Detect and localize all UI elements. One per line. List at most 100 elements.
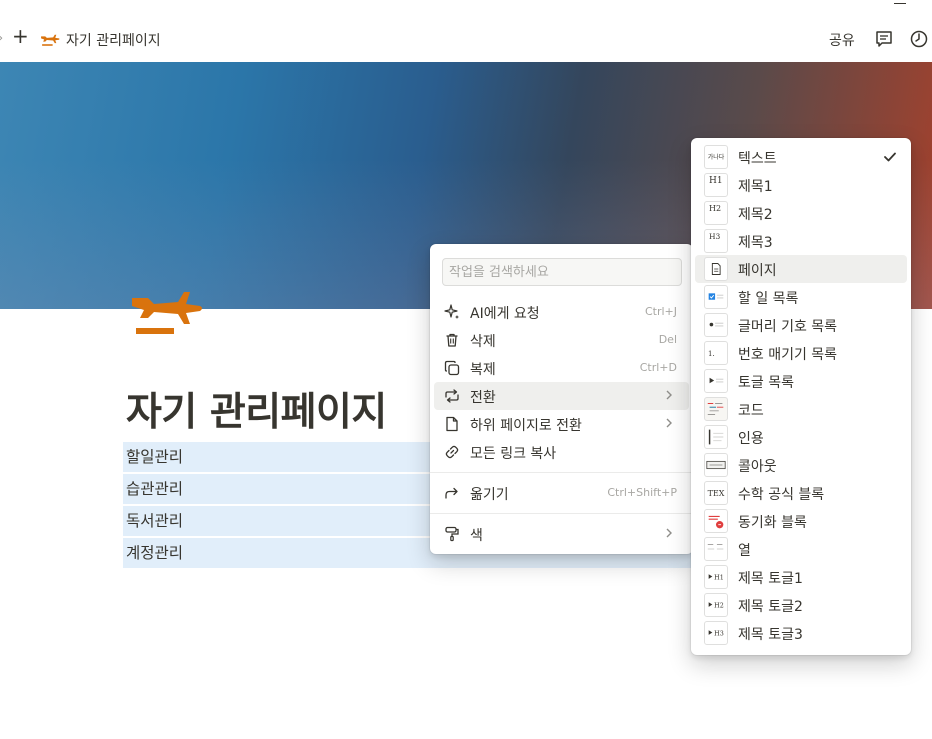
heading2-thumb: H2	[704, 201, 728, 225]
block-type-label: 할 일 목록	[738, 291, 799, 307]
bullet-icon	[709, 322, 724, 327]
menu-item-label: 모든 링크 복사	[470, 446, 557, 462]
synced-block-thumb	[704, 509, 728, 533]
turn-into-numbered-list[interactable]: 1. 번호 매기기 목록	[695, 339, 907, 367]
heading3-thumb: H3	[704, 229, 728, 253]
bullet-list-thumb	[704, 313, 728, 337]
turn-into-heading2[interactable]: H2 제목2	[695, 199, 907, 227]
block-type-label: 글머리 기호 목록	[738, 319, 838, 335]
block-type-label: 토글 목록	[738, 375, 794, 391]
menu-item-delete[interactable]: 삭제 Del	[434, 326, 689, 354]
todo-thumb	[704, 285, 728, 309]
plus-icon[interactable]: +	[12, 26, 29, 46]
turn-into-text[interactable]: 가나다 텍스트	[695, 143, 907, 171]
page-title[interactable]: 자기 관리페이지	[126, 381, 387, 437]
comment-icon[interactable]	[874, 29, 894, 49]
block-type-label: 제목 토글1	[738, 571, 803, 587]
block-type-label: 제목 토글3	[738, 627, 803, 643]
callout-thumb	[704, 453, 728, 477]
menu-search-box	[442, 258, 682, 286]
toggle-heading2-thumb: H2	[704, 593, 728, 617]
block-type-label: 코드	[738, 403, 764, 419]
turn-into-callout[interactable]: 콜아웃	[695, 451, 907, 479]
page-thumb	[704, 257, 728, 281]
turn-into-heading3[interactable]: H3 제목3	[695, 227, 907, 255]
menu-item-label: 옮기기	[470, 487, 509, 503]
code-thumb	[704, 397, 728, 421]
toggle-triangle-icon	[709, 377, 724, 384]
turn-into-toggle-list[interactable]: 토글 목록	[695, 367, 907, 395]
toggle-heading3-icon: H3	[708, 629, 724, 637]
turn-into-code[interactable]: 코드	[695, 395, 907, 423]
block-type-label: 페이지	[738, 263, 777, 279]
toggle-list-thumb	[704, 369, 728, 393]
breadcrumb[interactable]: 자기 관리페이지	[66, 30, 161, 50]
block-type-label: 수학 공식 블록	[738, 487, 825, 503]
svg-text:H1: H1	[714, 573, 724, 581]
turn-into-heading1[interactable]: H1 제목1	[695, 171, 907, 199]
menu-item-label: 삭제	[470, 334, 496, 350]
menu-item-label: 색	[470, 528, 483, 544]
code-icon	[707, 403, 724, 415]
block-type-label: 제목3	[738, 235, 773, 251]
menu-item-label: 하위 페이지로 전환	[470, 418, 582, 434]
window-minimize-icon[interactable]	[894, 0, 906, 4]
block-type-label: 제목 토글2	[738, 599, 803, 615]
move-icon	[445, 487, 458, 499]
block-type-label: 콜아웃	[738, 459, 777, 475]
history-icon[interactable]	[909, 29, 929, 49]
callout-icon	[706, 460, 726, 470]
turn-into-bulleted-list[interactable]: 글머리 기호 목록	[695, 311, 907, 339]
block-type-label: 인용	[738, 431, 764, 447]
math-thumb: TEX	[704, 481, 728, 505]
trash-icon	[446, 333, 458, 347]
toggle-heading1-thumb: H1	[704, 565, 728, 589]
text-block-thumb: 가나다	[704, 145, 728, 169]
action-search-input[interactable]	[443, 259, 681, 285]
turn-into-submenu: 가나다 텍스트 H1 제목1 H2 제목2 H3 제목3 페이지 할 일 목록 …	[691, 138, 911, 655]
checkbox-icon	[708, 293, 724, 300]
back-arrow-icon[interactable]: ›	[0, 31, 3, 46]
menu-item-label: 복제	[470, 362, 496, 378]
menu-item-ask-ai[interactable]: AI에게 요청 Ctrl+J	[434, 298, 689, 326]
turn-into-toggle-heading3[interactable]: H3 제목 토글3	[695, 619, 907, 647]
svg-text:H2: H2	[714, 601, 724, 609]
menu-item-duplicate[interactable]: 복제 Ctrl+D	[434, 354, 689, 382]
block-context-menu: AI에게 요청 Ctrl+J 삭제 Del 복제 Ctrl+D 전환 하위 페이…	[430, 244, 693, 554]
block-type-label: 열	[738, 543, 751, 559]
heading1-thumb: H1	[704, 173, 728, 197]
turn-into-toggle-heading2[interactable]: H2 제목 토글2	[695, 591, 907, 619]
turn-into-math-block[interactable]: TEX 수학 공식 블록	[695, 479, 907, 507]
menu-item-move[interactable]: 옮기기 Ctrl+Shift+P	[434, 479, 689, 507]
menu-item-turn-into-subpage[interactable]: 하위 페이지로 전환	[434, 410, 689, 438]
toggle-heading1-icon: H1	[708, 573, 724, 581]
shortcut-hint: Ctrl+Shift+P	[607, 486, 677, 499]
turn-into-toggle-heading1[interactable]: H1 제목 토글1	[695, 563, 907, 591]
turn-into-todo[interactable]: 할 일 목록	[695, 283, 907, 311]
turn-into-page[interactable]: 페이지	[695, 255, 907, 283]
columns-icon	[707, 543, 724, 550]
turn-into-columns[interactable]: 열	[695, 535, 907, 563]
turn-into-quote[interactable]: 인용	[695, 423, 907, 451]
checkmark-icon	[884, 152, 896, 162]
toggle-heading3-thumb: H3	[704, 621, 728, 645]
columns-thumb	[704, 537, 728, 561]
menu-item-color[interactable]: 색	[434, 520, 689, 548]
chevron-right-icon	[666, 390, 672, 400]
top-bar: › + 자기 관리페이지 공유	[0, 0, 932, 62]
quote-thumb	[704, 425, 728, 449]
chevron-right-icon	[666, 528, 672, 538]
page-icon	[711, 263, 721, 275]
svg-text:H3: H3	[714, 629, 724, 637]
airplane-icon[interactable]	[128, 284, 204, 340]
share-button[interactable]: 공유	[829, 30, 855, 50]
menu-item-turn-into[interactable]: 전환	[434, 382, 689, 410]
turn-into-synced-block[interactable]: 동기화 블록	[695, 507, 907, 535]
airplane-icon	[41, 34, 60, 46]
chevron-right-icon	[666, 418, 672, 428]
block-type-label: 텍스트	[738, 151, 777, 167]
link-icon	[445, 445, 459, 459]
menu-item-copy-link[interactable]: 모든 링크 복사	[434, 438, 689, 466]
menu-item-label: 전환	[470, 390, 496, 406]
menu-item-label: AI에게 요청	[470, 306, 540, 322]
